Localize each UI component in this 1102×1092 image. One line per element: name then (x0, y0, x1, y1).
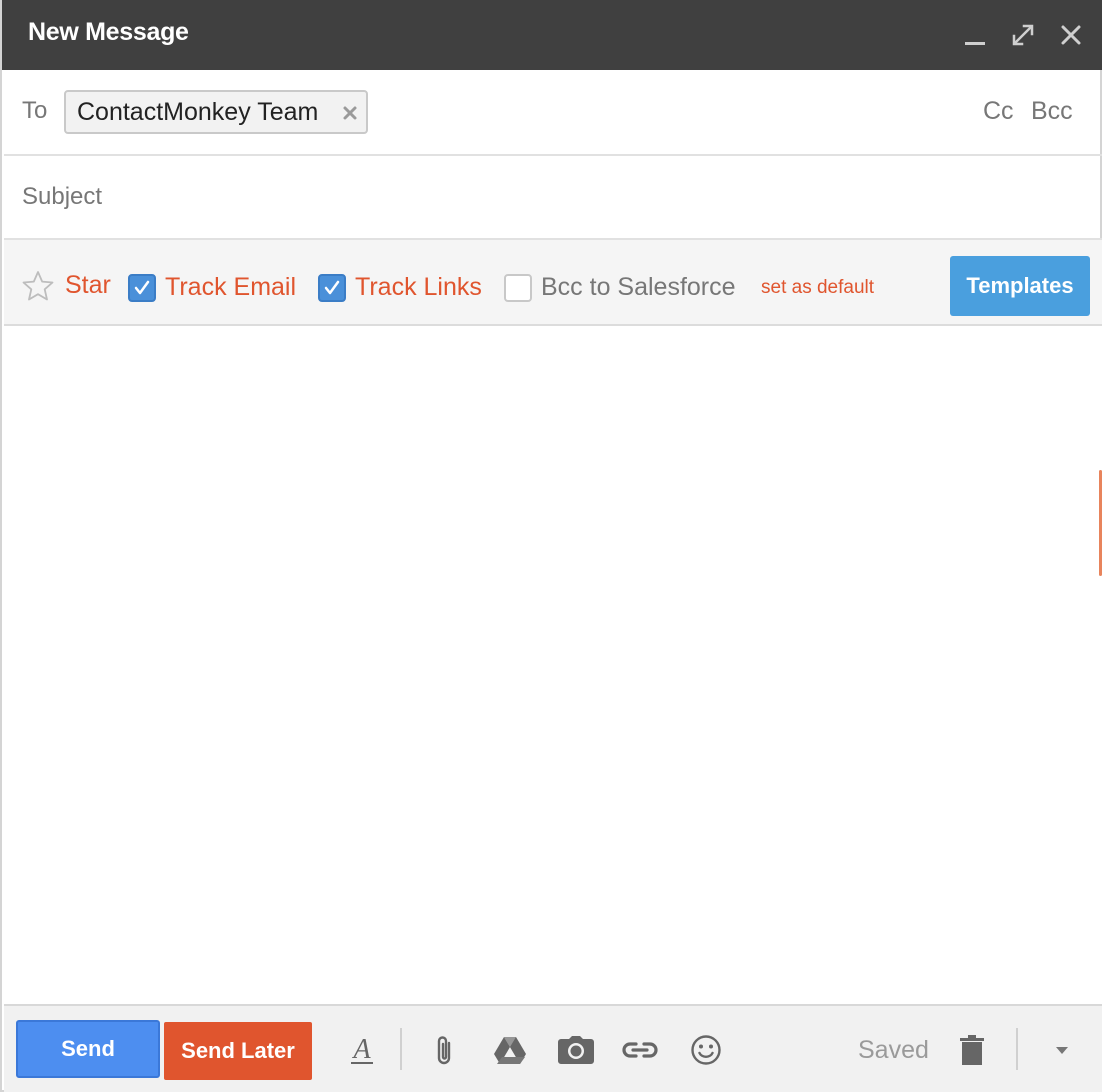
star-icon[interactable] (22, 270, 54, 302)
remove-recipient-icon[interactable] (341, 104, 359, 122)
compose-footer: Send Send Later A Saved (4, 1004, 1102, 1092)
more-options-icon[interactable] (1042, 1030, 1082, 1070)
toolbar-divider (1016, 1028, 1018, 1070)
format-text-icon[interactable]: A (342, 1030, 382, 1070)
minimize-icon[interactable] (960, 20, 990, 50)
message-body[interactable] (4, 326, 1102, 1004)
emoji-icon[interactable] (686, 1030, 726, 1070)
star-label[interactable]: Star (65, 271, 111, 300)
recipients-row: To ContactMonkey Team Cc Bcc (4, 70, 1102, 156)
compose-window: New Message To ContactMonkey Team Cc Bcc (0, 0, 1102, 1092)
expand-icon[interactable] (1008, 20, 1038, 50)
cc-link[interactable]: Cc (983, 97, 1014, 126)
send-later-button[interactable]: Send Later (164, 1022, 312, 1080)
window-title: New Message (28, 18, 189, 46)
set-as-default-link[interactable]: set as default (761, 277, 874, 299)
recipient-chip-name: ContactMonkey Team (77, 97, 319, 126)
tracking-options-bar: Star Track Email Track Links Bcc to Sale… (4, 240, 1102, 326)
track-email-checkbox[interactable] (128, 274, 156, 302)
track-links-label[interactable]: Track Links (355, 273, 482, 302)
attachment-icon[interactable] (424, 1030, 464, 1070)
toolbar-divider (400, 1028, 402, 1070)
subject-row (4, 156, 1102, 240)
camera-icon[interactable] (556, 1030, 596, 1070)
link-icon[interactable] (620, 1030, 660, 1070)
close-icon[interactable] (1056, 20, 1086, 50)
track-email-label[interactable]: Track Email (165, 273, 296, 302)
recipient-chip[interactable]: ContactMonkey Team (64, 90, 368, 134)
title-bar: New Message (2, 0, 1102, 70)
send-button[interactable]: Send (16, 1020, 160, 1078)
track-links-checkbox[interactable] (318, 274, 346, 302)
bcc-salesforce-checkbox[interactable] (504, 274, 532, 302)
templates-button[interactable]: Templates (950, 256, 1090, 316)
message-body-editor[interactable] (4, 326, 1102, 1004)
bcc-salesforce-label[interactable]: Bcc to Salesforce (541, 273, 736, 302)
drive-icon[interactable] (490, 1030, 530, 1070)
bcc-link[interactable]: Bcc (1031, 97, 1073, 126)
trash-icon[interactable] (952, 1030, 992, 1070)
to-label: To (22, 97, 48, 124)
svg-text:A: A (351, 1034, 371, 1065)
save-status: Saved (858, 1036, 929, 1064)
subject-input[interactable] (22, 180, 1082, 214)
